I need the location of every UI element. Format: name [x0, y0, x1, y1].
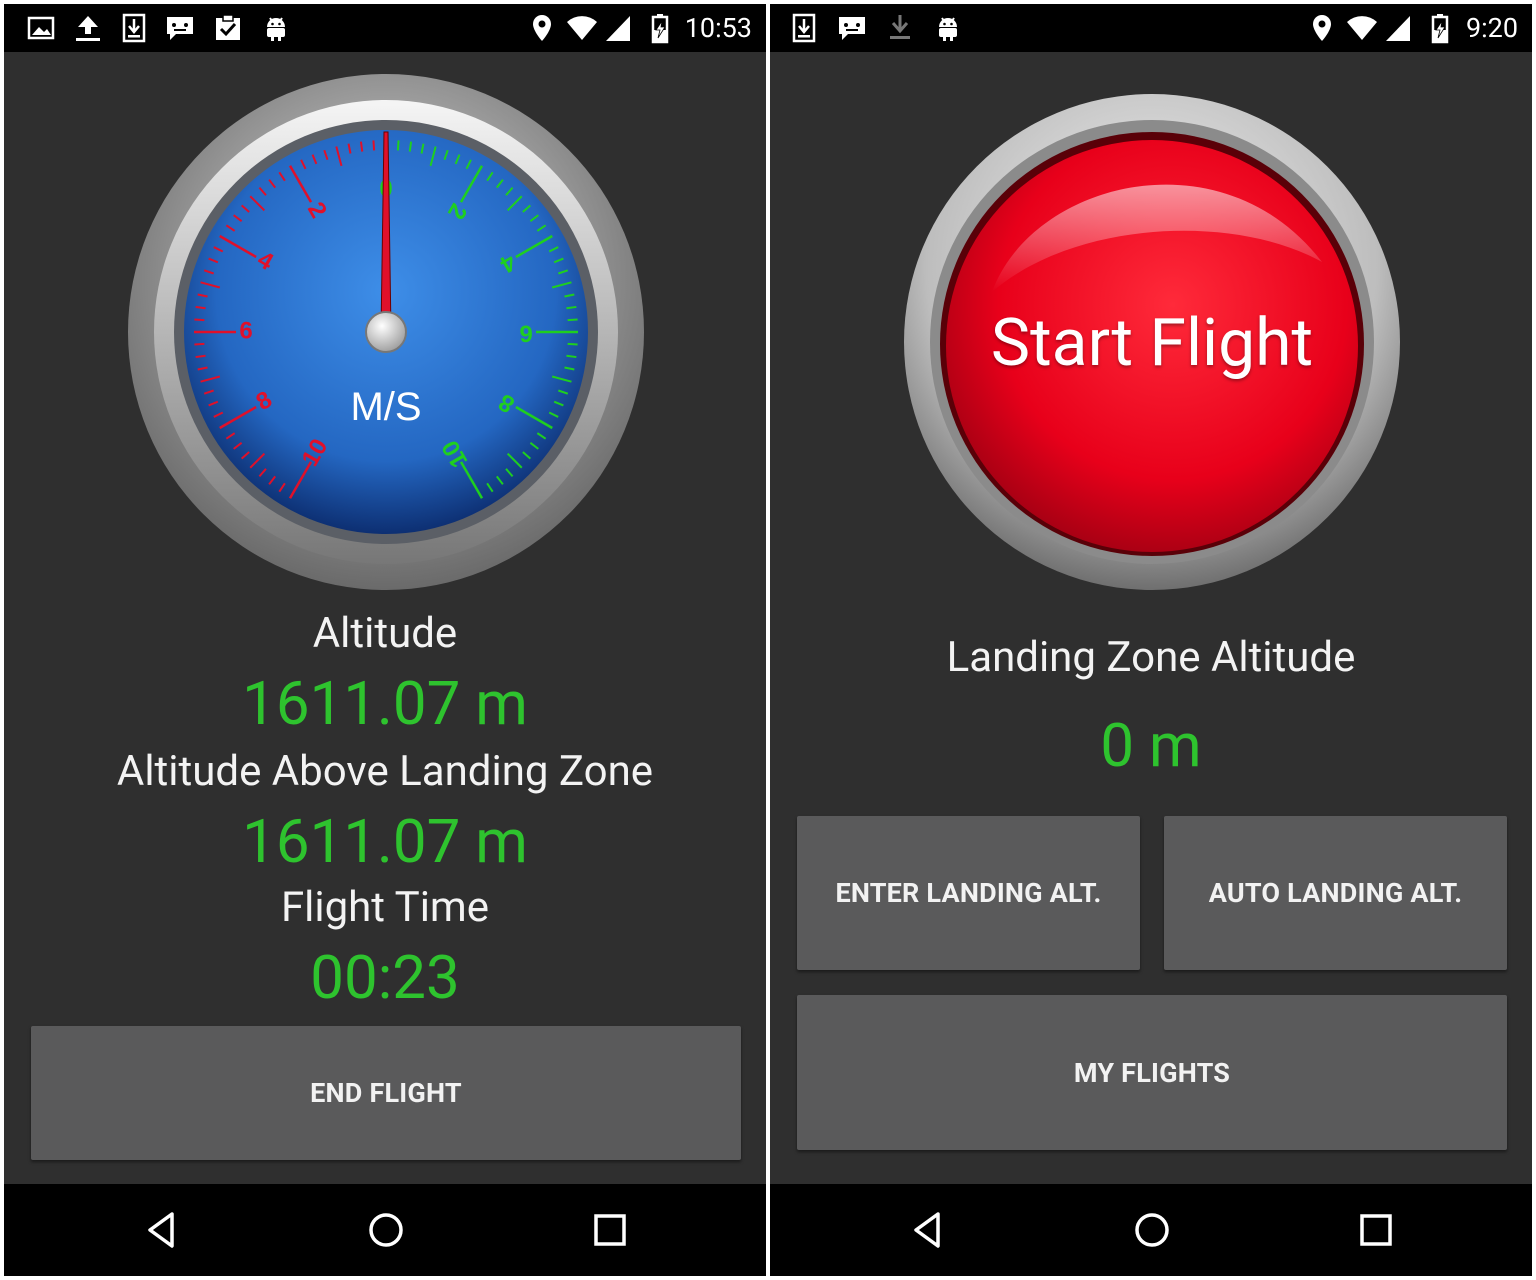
flight-time-value: 00:23	[310, 942, 460, 1013]
gauge-scale-label: 6	[239, 317, 252, 344]
home-icon[interactable]	[1128, 1206, 1176, 1254]
flight-screen-in-progress: 10:53 2 4 6 8 10 2 4 6 8 10 M/S Altitude…	[4, 4, 766, 1276]
download-icon	[122, 13, 146, 43]
clipboard-check-icon	[216, 14, 240, 40]
android-icon	[939, 17, 957, 41]
altitude-above-landing-zone-label: Altitude Above Landing Zone	[116, 747, 654, 796]
gauge-tick	[566, 354, 577, 359]
location-pin-icon	[1313, 15, 1331, 41]
enter-landing-alt-button[interactable]: ENTER LANDING ALT.	[797, 816, 1140, 970]
signal-icon	[1386, 16, 1410, 41]
android-icon	[267, 17, 285, 41]
upload-icon	[76, 16, 100, 41]
download-icon	[792, 13, 816, 43]
gauge-tick	[396, 140, 400, 151]
recents-icon[interactable]	[586, 1206, 634, 1254]
landing-zone-altitude-label: Landing Zone Altitude	[946, 633, 1356, 682]
status-bar: 10:53	[4, 4, 766, 52]
download-arrow-icon	[890, 15, 910, 39]
recents-icon[interactable]	[1352, 1206, 1400, 1254]
gauge-unit-label: M/S	[350, 385, 421, 429]
status-time: 10:53	[684, 12, 752, 44]
gauge-dial: 2468102468100 M/S	[128, 74, 644, 590]
gauge-tick	[566, 305, 577, 310]
navigation-bar	[4, 1184, 766, 1276]
gauge-tick	[567, 318, 578, 322]
battery-charging-icon	[651, 14, 669, 44]
end-flight-button[interactable]: END FLIGHT	[31, 1026, 741, 1160]
flight-time-label: Flight Time	[280, 883, 490, 932]
signal-icon	[606, 16, 630, 41]
wifi-icon	[567, 16, 597, 40]
gauge-scale-label: 6	[519, 320, 532, 347]
gauge-tick	[194, 318, 205, 322]
location-pin-icon	[533, 15, 551, 41]
altitude-value: 1611.07 m	[242, 668, 528, 739]
gauge-tick	[408, 141, 413, 152]
gauge-tick	[194, 342, 205, 346]
vertical-speed-gauge: 2468102468100 M/S	[126, 72, 646, 592]
home-icon[interactable]	[362, 1206, 410, 1254]
chat-icon	[167, 17, 193, 40]
landing-zone-altitude-value: 0 m	[1100, 710, 1202, 781]
auto-landing-alt-button[interactable]: AUTO LANDING ALT.	[1164, 816, 1507, 970]
my-flights-button[interactable]: MY FLIGHTS	[797, 995, 1507, 1150]
navigation-bar	[770, 1184, 1532, 1276]
altitude-label: Altitude	[312, 609, 458, 658]
status-time: 9:20	[1465, 12, 1518, 44]
gauge-tick	[195, 305, 206, 310]
chat-icon	[839, 17, 865, 40]
wifi-icon	[1347, 16, 1377, 40]
start-flight-label: Start Flight	[990, 305, 1314, 382]
back-icon[interactable]	[138, 1206, 186, 1254]
gauge-tick	[372, 140, 376, 151]
battery-charging-icon	[1431, 14, 1449, 44]
gauge-tick	[195, 354, 206, 359]
flight-screen-ready: 9:20 Start Flight Landing Zone Altitude …	[770, 4, 1532, 1276]
gauge-tick	[359, 141, 364, 152]
back-icon[interactable]	[904, 1206, 952, 1254]
altitude-above-landing-zone-value: 1611.07 m	[242, 806, 528, 877]
gauge-hub	[365, 311, 407, 353]
gauge-tick	[567, 342, 578, 346]
status-bar: 9:20	[770, 4, 1532, 52]
image-icon	[27, 16, 55, 40]
